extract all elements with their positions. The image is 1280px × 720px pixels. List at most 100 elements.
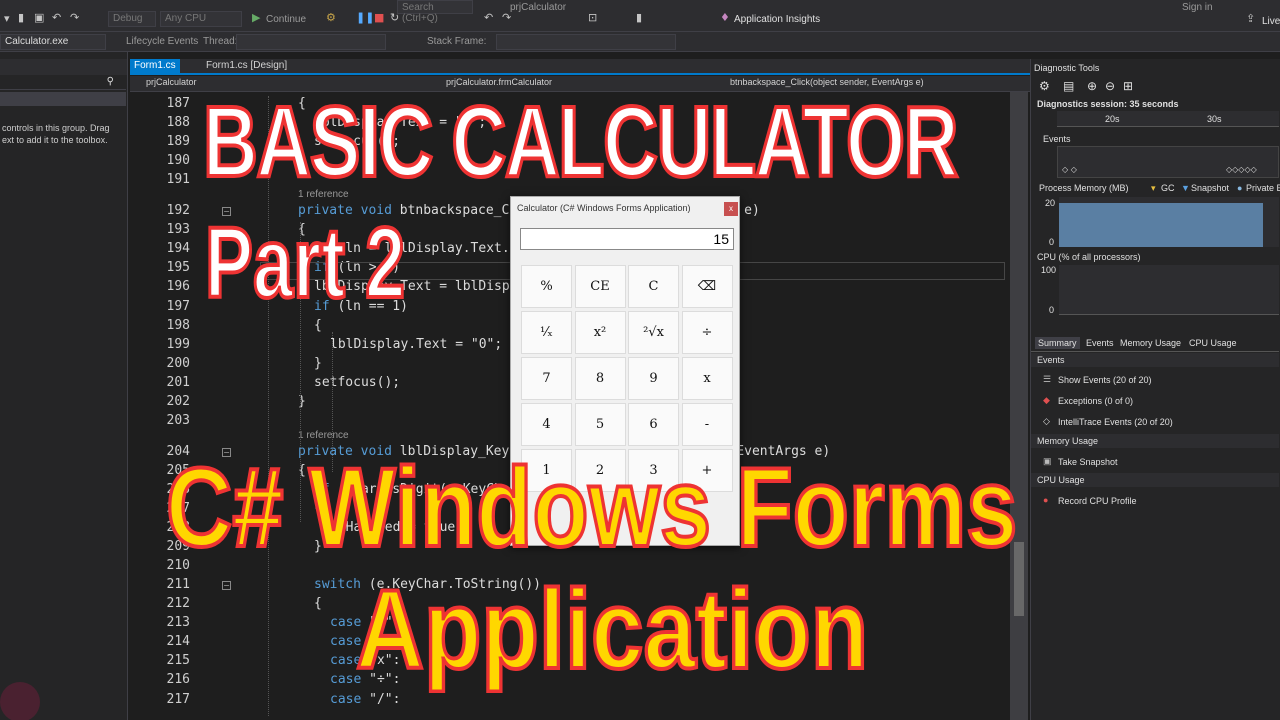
editor-scrollbar[interactable] xyxy=(1010,92,1028,720)
events-track-label: Events xyxy=(1043,134,1071,144)
toolbox-empty-text: controls in this group. Drag ext to add … xyxy=(2,123,110,145)
reciprocal-button[interactable]: ¹⁄ₓ xyxy=(521,311,572,354)
code-line[interactable]: { xyxy=(314,596,322,611)
step-back-icon[interactable]: ↶ xyxy=(484,11,493,24)
cpu-track-label: CPU (% of all processors) xyxy=(1037,252,1141,262)
tab-summary[interactable]: Summary xyxy=(1035,337,1080,349)
clear-button[interactable]: C xyxy=(628,265,679,308)
nav-project[interactable]: prjCalculator xyxy=(146,77,197,87)
save-icon[interactable]: ▾ xyxy=(4,12,10,25)
take-snapshot-button[interactable]: Take Snapshot xyxy=(1058,457,1118,467)
cpu-chart[interactable] xyxy=(1059,265,1279,315)
step-over-icon[interactable]: ↷ xyxy=(502,11,511,24)
code-line[interactable]: lblDisplay.Text = "0"; xyxy=(330,337,502,352)
memory-chart[interactable] xyxy=(1059,197,1279,247)
line-number: 188 xyxy=(166,115,190,131)
undo-icon[interactable]: ↶ xyxy=(52,11,61,24)
play-icon[interactable]: ▶ xyxy=(252,11,260,24)
digit-4-button[interactable]: 4 xyxy=(521,403,572,446)
calculator-display: 15 xyxy=(520,228,734,250)
subtract-button[interactable]: - xyxy=(681,403,733,446)
clear-entry-button[interactable]: CE xyxy=(574,265,626,308)
digit-8-button[interactable]: 8 xyxy=(574,357,626,400)
private-bytes-legend-icon: ● xyxy=(1237,183,1243,193)
code-line[interactable]: setfocus(); xyxy=(314,375,400,390)
pause-icon[interactable]: ❚❚ xyxy=(356,11,374,24)
timeline-ruler[interactable] xyxy=(1057,111,1279,127)
attach-icon[interactable]: ⚙ xyxy=(326,11,336,24)
digit-6-button[interactable]: 6 xyxy=(628,403,679,446)
memory-ymax: 20 xyxy=(1045,198,1056,208)
intellitrace-link[interactable]: IntelliTrace Events (20 of 20) xyxy=(1058,417,1173,427)
memory-section-title: Memory Usage xyxy=(1037,436,1099,446)
zoom-out-icon[interactable]: ⊖ xyxy=(1105,79,1115,93)
process-value: Calculator.exe xyxy=(5,36,69,47)
square-root-button[interactable]: ²√x xyxy=(628,311,679,354)
application-insights-button[interactable]: Application Insights xyxy=(734,14,820,25)
line-number: 213 xyxy=(166,615,190,631)
tab-form1-cs[interactable]: Form1.cs xyxy=(130,59,180,73)
show-events-link[interactable]: Show Events (20 of 20) xyxy=(1058,375,1152,385)
diagnostic-tools-panel: Diagnostic Tools ⚙ ▤ ⊕ ⊖ ⊞ Diagnostics s… xyxy=(1030,59,1280,720)
percent-button[interactable]: % xyxy=(521,265,572,308)
digit-9-button[interactable]: 9 xyxy=(628,357,679,400)
stack-frame-dropdown[interactable] xyxy=(496,34,676,50)
toolbox-search[interactable]: ⚲ xyxy=(0,76,126,90)
snapshot-legend-icon: ▼ xyxy=(1181,183,1190,193)
lifecycle-events-button[interactable]: Lifecycle Events xyxy=(126,36,198,47)
tab-cpu-usage[interactable]: CPU Usage xyxy=(1186,337,1240,349)
line-number: 195 xyxy=(166,260,190,276)
redo-icon[interactable]: ↷ xyxy=(70,11,79,24)
line-number: 201 xyxy=(166,374,190,390)
thread-dropdown[interactable] xyxy=(236,34,386,50)
digit-5-button[interactable]: 5 xyxy=(574,403,626,446)
toolbox-group-header[interactable] xyxy=(0,92,126,106)
line-number: 214 xyxy=(166,634,190,650)
codelens-reference[interactable]: 1 reference xyxy=(298,430,349,441)
search-input[interactable]: Search (Ctrl+Q) xyxy=(397,0,473,24)
insights-icon[interactable]: ♦ xyxy=(720,11,730,24)
divide-button[interactable]: ÷ xyxy=(681,311,733,354)
backspace-button[interactable]: ⌫ xyxy=(681,265,733,308)
record-cpu-profile-button[interactable]: Record CPU Profile xyxy=(1058,496,1137,506)
zoom-in-icon[interactable]: ⊕ xyxy=(1087,79,1097,93)
save-all-icon[interactable]: ▮ xyxy=(18,11,24,24)
camera-icon: ▣ xyxy=(1043,456,1052,466)
tick-20s: 20s xyxy=(1105,114,1120,124)
toggle-icon[interactable]: ⊡ xyxy=(588,11,597,24)
tick-30s: 30s xyxy=(1207,114,1222,124)
continue-button[interactable]: Continue xyxy=(266,14,306,25)
overlay-title: BASIC CALCULATOR xyxy=(201,86,960,198)
settings-icon[interactable]: ⚙ xyxy=(1039,79,1050,93)
tab-events[interactable]: Events xyxy=(1083,337,1117,349)
sign-in-link[interactable]: Sign in xyxy=(1182,2,1213,13)
event-marker-icon: ◇ ◇ xyxy=(1062,165,1077,174)
tab-memory-usage[interactable]: Memory Usage xyxy=(1117,337,1184,349)
code-line[interactable]: { xyxy=(314,318,322,333)
square-button[interactable]: x² xyxy=(574,311,626,354)
digit-7-button[interactable]: 7 xyxy=(521,357,572,400)
platform-dropdown[interactable]: Any CPU xyxy=(160,11,242,27)
exceptions-link[interactable]: Exceptions (0 of 0) xyxy=(1058,396,1133,406)
code-line[interactable]: } xyxy=(314,356,322,371)
search-icon: ⚲ xyxy=(106,76,114,87)
events-track[interactable]: ◇ ◇ ◇◇◇◇◇ xyxy=(1057,146,1279,178)
bookmark-icon[interactable]: ▮ xyxy=(636,11,642,24)
live-share-button[interactable]: Live xyxy=(1262,16,1280,27)
overlay-subtitle: C# Windows Forms xyxy=(164,445,1019,570)
fold-toggle-icon[interactable]: − xyxy=(222,581,231,591)
code-line[interactable]: case "/": xyxy=(330,692,400,707)
close-button[interactable]: x xyxy=(724,202,738,216)
line-number: 202 xyxy=(166,393,190,409)
save-file-icon[interactable]: ▣ xyxy=(34,11,44,24)
line-number: 211 xyxy=(166,577,190,593)
configuration-dropdown[interactable]: Debug xyxy=(108,11,156,27)
calculator-title: Calculator (C# Windows Forms Application… xyxy=(517,203,691,213)
live-share-icon[interactable]: ⇪ xyxy=(1246,12,1255,25)
tab-form1-design[interactable]: Form1.cs [Design] xyxy=(202,59,291,73)
process-dropdown[interactable]: Calculator.exe xyxy=(0,34,106,50)
reset-zoom-icon[interactable]: ⊞ xyxy=(1123,79,1133,93)
stop-icon[interactable]: ■ xyxy=(374,11,384,24)
export-icon[interactable]: ▤ xyxy=(1063,79,1074,93)
multiply-button[interactable]: x xyxy=(681,357,733,400)
